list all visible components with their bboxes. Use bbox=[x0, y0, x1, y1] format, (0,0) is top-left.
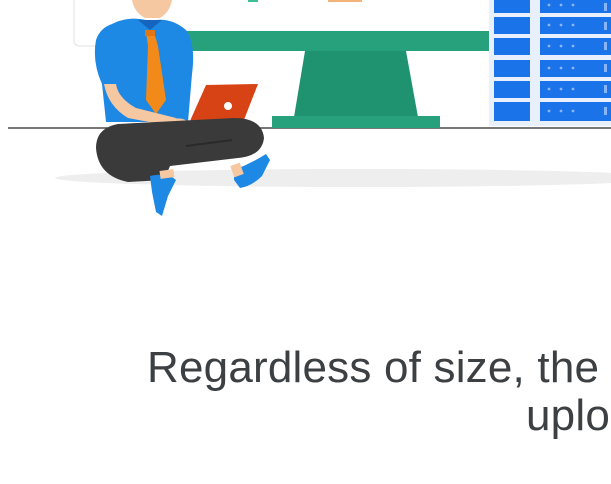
upload-illustration bbox=[8, 0, 611, 216]
caption-line-2: uplo bbox=[526, 391, 610, 440]
caption: Regardless of size, the uplo bbox=[0, 336, 611, 476]
page: Regardless of size, the uplo bbox=[0, 0, 611, 484]
server-rack-icon bbox=[489, 0, 611, 126]
caption-line-1: Regardless of size, the bbox=[147, 343, 600, 392]
